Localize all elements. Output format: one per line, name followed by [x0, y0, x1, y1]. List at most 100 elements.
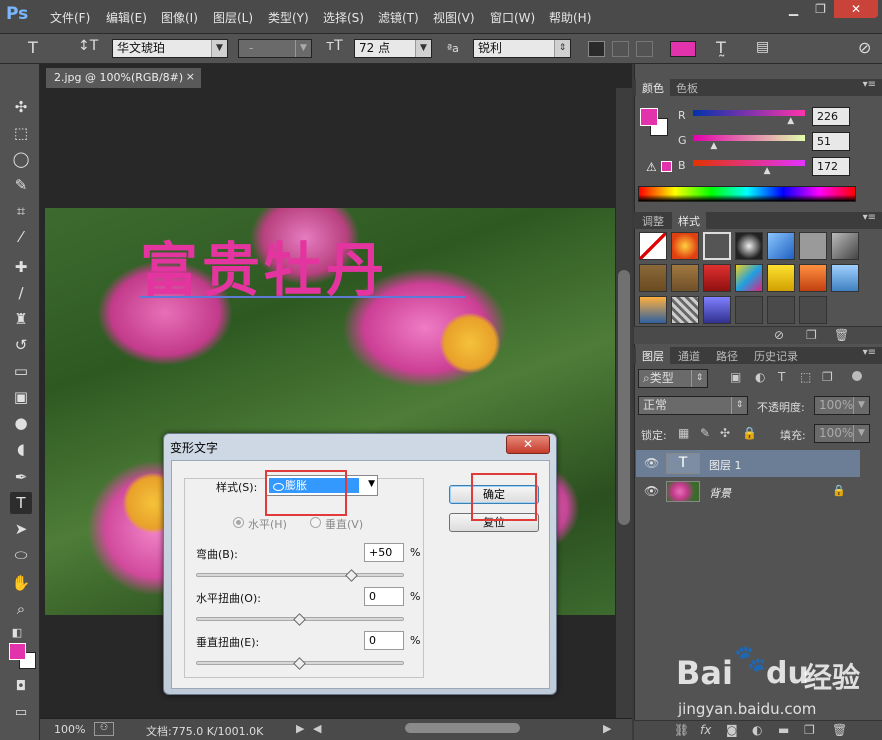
- panel-menu-icon[interactable]: ▾≡: [863, 79, 876, 90]
- eyedropper-tool-icon[interactable]: ⁄: [10, 226, 32, 248]
- r-input[interactable]: 226: [812, 107, 850, 126]
- warp-text-icon[interactable]: ꓔ̰: [716, 38, 726, 57]
- layer-row-background[interactable]: 👁 背景 🔒: [636, 478, 860, 505]
- g-slider-knob[interactable]: ▲: [710, 141, 717, 151]
- b-slider-knob[interactable]: ▲: [764, 166, 771, 176]
- document-tab[interactable]: 2.jpg @ 100%(RGB/8#) ×: [46, 68, 201, 88]
- style-swatch[interactable]: [639, 264, 667, 292]
- tab-swatches[interactable]: 色板: [670, 79, 704, 96]
- tab-history[interactable]: 历史记录: [748, 347, 804, 364]
- layer-row-text[interactable]: 👁 T 图层 1: [636, 450, 860, 477]
- menu-select[interactable]: 选择(S): [323, 9, 364, 26]
- dodge-tool-icon[interactable]: ◖: [10, 438, 32, 460]
- style-swatch[interactable]: [735, 264, 763, 292]
- style-swatch[interactable]: [703, 264, 731, 292]
- lock-position-icon[interactable]: ✣: [720, 426, 730, 440]
- vertical-scroll-thumb[interactable]: [618, 270, 630, 525]
- filter-type-icon[interactable]: T: [778, 370, 785, 384]
- style-swatch[interactable]: [639, 232, 667, 260]
- tab-channels[interactable]: 通道: [672, 347, 706, 364]
- menu-type[interactable]: 类型(Y): [268, 9, 309, 26]
- tab-paths[interactable]: 路径: [710, 347, 744, 364]
- screen-mode-icon[interactable]: ▭: [10, 702, 32, 724]
- character-panel-icon[interactable]: ▤: [756, 39, 769, 58]
- fill-input[interactable]: 100% ▼: [814, 424, 870, 443]
- tab-adjustments[interactable]: 调整: [636, 212, 670, 229]
- lasso-tool-icon[interactable]: ◯: [10, 148, 32, 170]
- toggle-orientation-icon[interactable]: ↕T: [78, 38, 98, 57]
- style-swatch[interactable]: [767, 264, 795, 292]
- hand-tool-icon[interactable]: ✋: [10, 572, 32, 594]
- hdist-input[interactable]: 0: [364, 587, 404, 606]
- quick-mask-icon[interactable]: ◘: [10, 676, 32, 698]
- opacity-input[interactable]: 100% ▼: [814, 396, 870, 415]
- style-swatch[interactable]: [703, 232, 731, 260]
- menu-window[interactable]: 窗口(W): [490, 9, 535, 26]
- zoom-level[interactable]: 100%: [54, 723, 85, 736]
- tab-color[interactable]: 颜色: [636, 79, 670, 96]
- blur-tool-icon[interactable]: ●: [10, 412, 32, 434]
- filter-pixel-icon[interactable]: ▣: [730, 370, 741, 384]
- type-tool-active-icon[interactable]: T: [10, 492, 32, 514]
- lock-transparency-icon[interactable]: ▦: [678, 426, 689, 440]
- warning-icon[interactable]: ⚠: [646, 160, 657, 174]
- panel-menu-icon[interactable]: ▾≡: [863, 212, 876, 223]
- clear-style-icon[interactable]: ⊘: [774, 328, 784, 342]
- tab-layers[interactable]: 图层: [636, 347, 670, 364]
- horizontal-scroll-thumb[interactable]: [405, 723, 520, 733]
- font-style-select[interactable]: - ▼: [238, 39, 312, 58]
- style-swatch[interactable]: [735, 232, 763, 260]
- history-brush-tool-icon[interactable]: ↺: [10, 334, 32, 356]
- style-swatch[interactable]: [671, 296, 699, 324]
- default-colors-icon[interactable]: ◧ ⇆: [6, 622, 28, 661]
- delete-style-icon[interactable]: 🗑: [834, 328, 849, 342]
- g-input[interactable]: 51: [812, 132, 850, 151]
- gradient-tool-icon[interactable]: ▣: [10, 386, 32, 408]
- warped-text-layer[interactable]: 富贵牡丹: [140, 230, 495, 310]
- clone-stamp-tool-icon[interactable]: ♜: [10, 308, 32, 330]
- move-tool-icon[interactable]: ✣: [10, 96, 32, 118]
- b-slider[interactable]: [693, 160, 805, 166]
- filter-adjust-icon[interactable]: ◐: [755, 370, 765, 384]
- horizontal-radio[interactable]: [233, 517, 244, 528]
- marquee-tool-icon[interactable]: ⬚: [10, 122, 32, 144]
- pen-tool-icon[interactable]: ✒: [10, 466, 32, 488]
- new-style-icon[interactable]: ❐: [806, 328, 817, 342]
- quick-select-tool-icon[interactable]: ✎: [10, 174, 32, 196]
- style-swatch[interactable]: [767, 232, 795, 260]
- dialog-close-button[interactable]: ✕: [506, 435, 550, 454]
- style-swatch[interactable]: [671, 264, 699, 292]
- style-swatch[interactable]: [735, 296, 763, 324]
- close-window-button[interactable]: ✕: [834, 0, 878, 18]
- filter-shape-icon[interactable]: ⬚: [800, 370, 811, 384]
- color-spectrum-bar[interactable]: [638, 186, 856, 202]
- brush-tool-icon[interactable]: ∕: [10, 282, 32, 304]
- path-select-tool-icon[interactable]: ➤: [10, 518, 32, 540]
- layer-filter-select[interactable]: ⌕类型 ⇕: [638, 369, 708, 388]
- style-swatch[interactable]: [703, 296, 731, 324]
- style-swatch[interactable]: [799, 296, 827, 324]
- bend-slider[interactable]: [196, 573, 404, 577]
- align-center-button[interactable]: [612, 41, 629, 57]
- healing-brush-tool-icon[interactable]: ✚: [10, 256, 32, 278]
- style-swatch[interactable]: [671, 232, 699, 260]
- minimize-button[interactable]: ▁: [780, 0, 807, 18]
- filter-smart-icon[interactable]: ❐: [822, 370, 833, 384]
- menu-help[interactable]: 帮助(H): [549, 9, 591, 26]
- font-family-select[interactable]: 华文琥珀 ▼: [112, 39, 228, 58]
- style-swatch[interactable]: [799, 264, 827, 292]
- tab-styles[interactable]: 样式: [672, 212, 706, 229]
- eye-icon[interactable]: 👁: [644, 484, 659, 498]
- b-input[interactable]: 172: [812, 157, 850, 176]
- bend-input[interactable]: +50: [364, 543, 404, 562]
- style-swatch[interactable]: [831, 264, 859, 292]
- crop-tool-icon[interactable]: ⌗: [10, 200, 32, 222]
- menu-layer[interactable]: 图层(L): [213, 9, 253, 26]
- style-swatch[interactable]: [831, 232, 859, 260]
- ellipse-tool-icon[interactable]: ⬭: [10, 544, 32, 566]
- zoom-tool-icon[interactable]: ⌕: [10, 598, 32, 620]
- scroll-left-icon[interactable]: ◀: [313, 722, 321, 735]
- cancel-icon[interactable]: ⊘: [858, 38, 871, 57]
- blend-mode-select[interactable]: 正常 ⇕: [638, 396, 748, 415]
- status-arrow-icon[interactable]: ▶: [296, 722, 304, 735]
